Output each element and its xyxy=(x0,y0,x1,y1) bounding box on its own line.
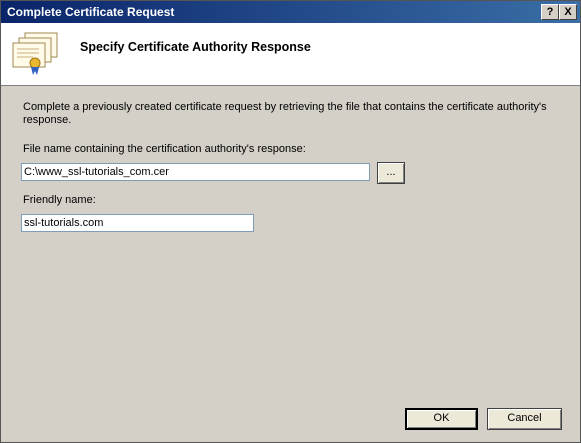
friendly-name-label: Friendly name: xyxy=(23,194,96,206)
ok-button[interactable]: OK xyxy=(405,408,478,430)
file-name-input[interactable]: C:\www_ssl-tutorials_com.cer xyxy=(21,163,370,181)
window-title: Complete Certificate Request xyxy=(7,5,175,19)
page-title: Specify Certificate Authority Response xyxy=(80,40,311,54)
browse-button[interactable]: ... xyxy=(377,162,405,184)
help-button[interactable]: ? xyxy=(541,4,559,20)
title-bar[interactable]: Complete Certificate Request ? X xyxy=(1,1,580,23)
dialog-window: Complete Certificate Request ? X Specify… xyxy=(0,0,581,443)
friendly-name-input[interactable]: ssl-tutorials.com xyxy=(21,214,254,232)
certificate-icon xyxy=(12,32,58,75)
description-text: Complete a previously created certificat… xyxy=(23,101,547,126)
file-name-label: File name containing the certification a… xyxy=(23,143,306,155)
header-panel: Specify Certificate Authority Response xyxy=(1,23,580,86)
close-button[interactable]: X xyxy=(559,4,577,20)
cancel-button[interactable]: Cancel xyxy=(487,408,562,430)
